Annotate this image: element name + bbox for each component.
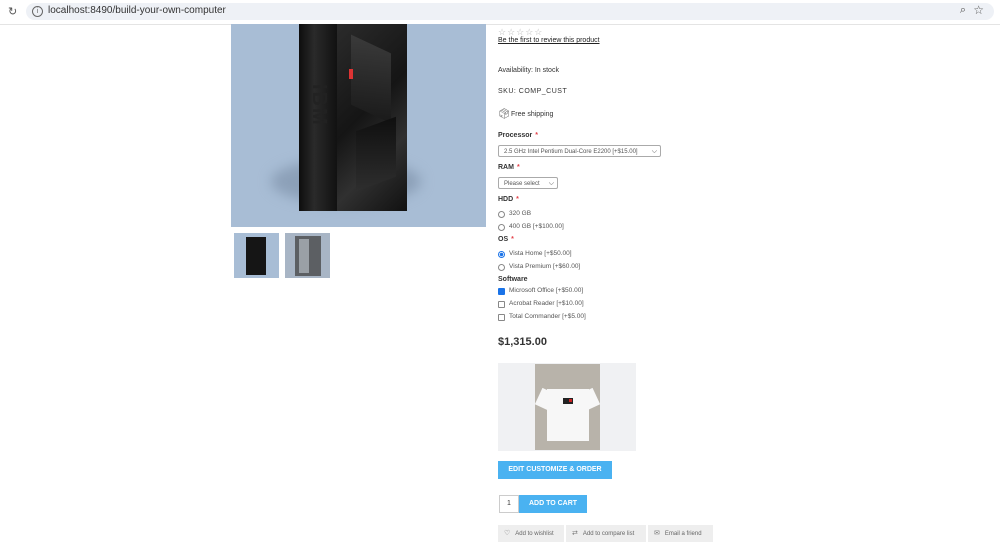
hdd-option-2[interactable]: 400 GB [+$100.00] <box>509 223 564 230</box>
software-checkbox-2[interactable] <box>498 301 505 308</box>
availability-text: Availability: In stock <box>498 67 559 74</box>
product-thumbnail-2[interactable] <box>285 233 330 278</box>
add-to-compare-button[interactable]: ⇄ Add to compare list <box>566 525 646 542</box>
hdd-option-1[interactable]: 320 GB <box>509 210 531 217</box>
zoom-icon[interactable]: ⌕ <box>960 4 966 17</box>
os-radio-1[interactable] <box>498 251 505 258</box>
processor-select[interactable]: 2.5 GHz Intel Pentium Dual-Core E2200 [+… <box>498 145 661 157</box>
hdd-radio-2[interactable] <box>498 224 505 231</box>
software-option-3[interactable]: Total Commander [+$5.00] <box>509 313 586 320</box>
software-checkbox-3[interactable] <box>498 314 505 321</box>
shipping-label: Free shipping <box>511 111 554 118</box>
os-radio-2[interactable] <box>498 264 505 271</box>
product-price: $1,315.00 <box>498 336 547 348</box>
hdd-radio-1[interactable] <box>498 211 505 218</box>
custom-tshirt-image <box>498 363 636 451</box>
email-friend-button[interactable]: ✉ Email a friend <box>648 525 713 542</box>
compare-icon: ⇄ <box>572 530 578 537</box>
product-thumbnail-1[interactable] <box>234 233 279 278</box>
tower-indicator <box>349 69 353 79</box>
software-option-2[interactable]: Acrobat Reader [+$10.00] <box>509 300 584 307</box>
quantity-input[interactable]: 1 <box>499 495 519 513</box>
software-checkbox-1[interactable] <box>498 288 505 295</box>
site-info-icon[interactable]: i <box>32 6 43 17</box>
reload-icon[interactable]: ↻ <box>8 5 17 18</box>
edit-customize-order-button[interactable]: EDIT CUSTOMIZE & ORDER <box>498 461 612 479</box>
heart-icon: ♡ <box>504 530 511 537</box>
software-option-1[interactable]: Microsoft Office [+$50.00] <box>509 287 583 294</box>
add-to-wishlist-button[interactable]: ♡ Add to wishlist <box>498 525 564 542</box>
ram-selected-value: Please select <box>504 181 540 187</box>
hdd-label: HDD * <box>498 196 519 203</box>
sku-text: SKU: COMP_CUST <box>498 88 568 95</box>
os-option-1[interactable]: Vista Home [+$50.00] <box>509 250 572 257</box>
chevron-down-icon: ⌵ <box>548 180 554 187</box>
ram-label: RAM * <box>498 164 520 171</box>
software-label: Software <box>498 276 528 283</box>
processor-selected-value: 2.5 GHz Intel Pentium Dual-Core E2200 [+… <box>504 149 638 155</box>
chevron-down-icon: ⌵ <box>651 148 657 155</box>
address-bar[interactable]: i localhost:8490/build-your-own-computer… <box>26 3 994 20</box>
envelope-icon: ✉ <box>654 530 660 537</box>
os-label: OS * <box>498 236 514 243</box>
browser-toolbar: ↻ i localhost:8490/build-your-own-comput… <box>0 0 1000 25</box>
add-to-cart-button[interactable]: ADD TO CART <box>519 495 587 513</box>
product-main-image[interactable]: IBM <box>231 24 486 227</box>
review-link[interactable]: Be the first to review this product <box>498 37 600 44</box>
ram-select[interactable]: Please select ⌵ <box>498 177 558 189</box>
os-option-2[interactable]: Vista Premium [+$60.00] <box>509 263 580 270</box>
tower-brand-logo: IBM <box>308 84 330 127</box>
bookmark-star-icon[interactable]: ☆ <box>973 3 984 17</box>
url-text[interactable]: localhost:8490/build-your-own-computer <box>48 5 226 16</box>
shipping-icon: 📦︎ <box>498 109 511 120</box>
processor-label: Processor * <box>498 132 538 139</box>
